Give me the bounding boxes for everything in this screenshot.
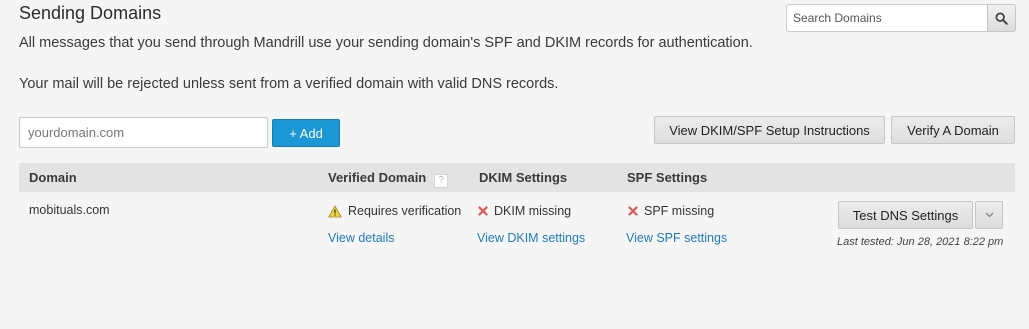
verification-status-label: Requires verification	[348, 204, 462, 218]
domain-input[interactable]	[19, 117, 268, 148]
spf-status-label: SPF missing	[644, 204, 715, 218]
warning-icon	[328, 205, 342, 218]
last-tested-timestamp: Last tested: Jun 28, 2021 8:22 pm	[837, 236, 1004, 248]
verify-domain-button[interactable]: Verify A Domain	[891, 116, 1015, 144]
search-button[interactable]	[987, 4, 1016, 32]
help-icon[interactable]: ?	[434, 174, 449, 188]
column-header-domain: Domain	[29, 170, 77, 185]
column-header-spf: SPF Settings	[627, 170, 708, 185]
dkim-status: DKIM missing	[478, 204, 571, 218]
table-header: Domain Verified Domain? DKIM Settings SP…	[19, 163, 1015, 192]
test-dns-settings-button[interactable]: Test DNS Settings	[838, 201, 973, 229]
column-header-verified-domain: Verified Domain?	[328, 170, 449, 188]
view-spf-settings-link[interactable]: View SPF settings	[626, 231, 727, 245]
page-title: Sending Domains	[19, 3, 162, 23]
x-icon	[628, 206, 638, 216]
view-setup-instructions-button[interactable]: View DKIM/SPF Setup Instructions	[654, 116, 885, 144]
search-bar	[786, 4, 1016, 32]
view-details-link[interactable]: View details	[328, 231, 394, 245]
view-dkim-settings-link[interactable]: View DKIM settings	[477, 231, 585, 245]
search-icon	[995, 11, 1008, 25]
x-icon	[478, 206, 488, 216]
column-header-verified-label: Verified Domain	[328, 170, 427, 185]
dkim-status-label: DKIM missing	[494, 204, 572, 218]
chevron-down-icon	[985, 212, 994, 218]
verification-status: Requires verification	[328, 204, 461, 218]
search-input[interactable]	[786, 4, 987, 32]
spf-status: SPF missing	[628, 204, 714, 218]
more-actions-dropdown[interactable]	[975, 201, 1003, 229]
column-header-dkim: DKIM Settings	[479, 170, 568, 185]
add-domain-button[interactable]: + Add	[272, 119, 340, 147]
description-authentication: All messages that you send through Mandr…	[19, 35, 753, 51]
domain-name: mobituals.com	[29, 203, 110, 217]
description-rejection-warning: Your mail will be rejected unless sent f…	[19, 76, 559, 92]
test-dns-button-group: Test DNS Settings	[838, 201, 1003, 229]
